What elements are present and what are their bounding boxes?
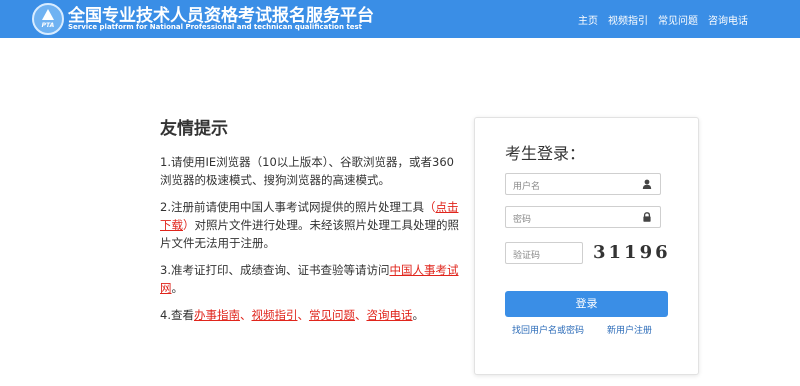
top-nav: 主页 视频指引 常见问题 咨询电话 [578, 12, 748, 27]
pta-logo-icon[interactable]: PTA [32, 3, 64, 35]
nav-faq[interactable]: 常见问题 [658, 12, 698, 27]
forgot-credentials-link[interactable]: 找回用户名或密码 [512, 323, 584, 336]
guide-link[interactable]: 办事指南 [194, 308, 240, 322]
tip-view-end: 。 [412, 308, 424, 322]
tip-exam-end: 。 [171, 281, 184, 295]
captcha-input[interactable] [513, 246, 579, 266]
tip-browser: 1.请使用IE浏览器（10以上版本）、谷歌浏览器，或者360浏览器的极速模式、搜… [160, 155, 454, 187]
tips-heading: 友情提示 [160, 119, 228, 139]
tip-view-links: 4.查看办事指南、视频指引、常见问题、咨询电话。 [160, 306, 460, 324]
password-field[interactable] [505, 206, 661, 230]
user-icon [642, 179, 652, 189]
tip-photo-paren-open: （ [423, 200, 436, 214]
sep-2: 、 [297, 308, 309, 322]
video-guide-link[interactable]: 视频指引 [251, 308, 297, 322]
captcha-field[interactable] [505, 242, 583, 266]
tip-view-text: 4.查看 [160, 308, 194, 322]
login-button[interactable]: 登录 [505, 291, 668, 317]
sep-1: 、 [239, 308, 252, 322]
password-input[interactable] [513, 210, 633, 230]
lock-icon [643, 212, 651, 222]
tips-panel: 友情提示 1.请使用IE浏览器（10以上版本）、谷歌浏览器，或者360浏览器的极… [160, 114, 460, 333]
tip-photo-tool: 2.注册前请使用中国人事考试网提供的照片处理工具（点击下载）对照片文件进行处理。… [160, 198, 460, 252]
site-subtitle: Service platform for National Profession… [68, 23, 362, 31]
tip-photo-paren-close: ） [183, 218, 195, 232]
contact-link[interactable]: 咨询电话 [366, 308, 412, 322]
tip-photo-text-b: 对照片文件进行处理。未经该照片处理工具处理的照片文件无法用于注册。 [160, 218, 459, 250]
login-panel: 考生登录： 31196 登录 找回用户名或密码 新用户注册 [474, 117, 699, 375]
username-field[interactable] [505, 173, 661, 197]
username-input[interactable] [513, 177, 633, 197]
sep-3: 、 [354, 308, 367, 322]
tip-photo-text-a: 2.注册前请使用中国人事考试网提供的照片处理工具 [160, 200, 424, 214]
tip-exam-site: 3.准考证打印、成绩查询、证书查验等请访问中国人事考试网。 [160, 261, 460, 297]
logo-triangle-icon [42, 9, 54, 20]
top-header: PTA 全国专业技术人员资格考试报名服务平台 Service platform … [0, 0, 800, 38]
login-title: 考生登录： [505, 144, 586, 163]
nav-video-guide[interactable]: 视频指引 [608, 12, 648, 27]
nav-contact[interactable]: 咨询电话 [708, 12, 748, 27]
tip-exam-text: 3.准考证打印、成绩查询、证书查验等请访问 [160, 263, 390, 277]
faq-link[interactable]: 常见问题 [309, 308, 355, 322]
register-link[interactable]: 新用户注册 [607, 323, 652, 336]
logo-text: PTA [41, 22, 55, 29]
nav-home[interactable]: 主页 [578, 12, 598, 27]
captcha-image[interactable]: 31196 [593, 242, 668, 268]
